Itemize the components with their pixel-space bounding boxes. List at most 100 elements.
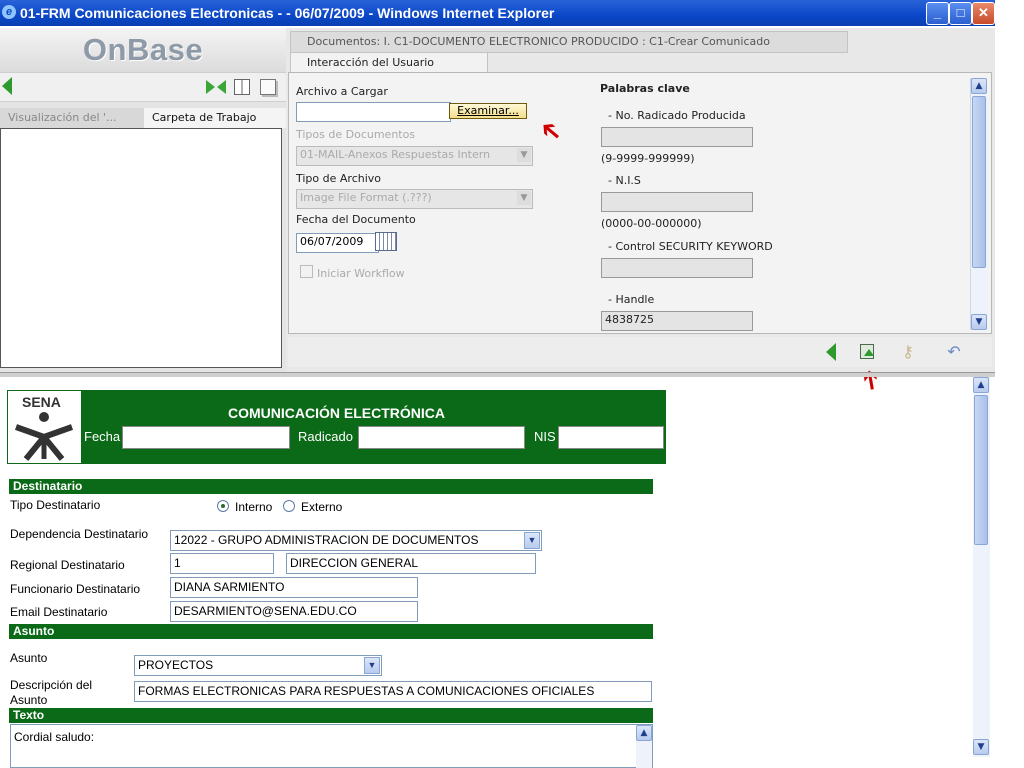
tipo-archivo-value: Image File Format (.???) [300,191,432,204]
dependencia-value: 12022 - GRUPO ADMINISTRACION DE DOCUMENT… [174,533,479,547]
regional-code-input[interactable]: 1 [170,553,274,574]
fecha-input[interactable] [122,426,290,449]
scroll-up-icon[interactable]: ▲ [971,78,987,94]
tab-visualizacion-label: Visualización del '... [8,111,117,124]
ie-logo-icon: e [2,5,16,19]
descripcion-input[interactable]: FORMAS ELECTRONICAS PARA RESPUESTAS A CO… [134,681,652,702]
dependencia-select[interactable]: 12022 - GRUPO ADMINISTRACION DE DOCUMENT… [170,530,542,551]
left-panel: OnBase Visualización del '... Carpeta de… [0,28,294,372]
onbase-logo: OnBase [0,28,286,72]
pane-divider[interactable] [0,372,995,377]
interno-label: Interno [235,500,273,514]
maximize-button[interactable]: □ [949,2,972,25]
iniciar-workflow-label: Iniciar Workflow [317,267,405,280]
scroll-thumb[interactable] [974,395,988,545]
tab-documentos[interactable]: Documentos: I. C1-DOCUMENTO ELECTRONICO … [290,31,848,53]
section-asunto: Asunto [9,624,653,639]
tipos-documentos-value: 01-MAIL-Anexos Respuestas Intern [300,148,491,161]
kw-handle-label: - Handle [608,293,655,306]
sena-logo-icon: SENA [14,394,74,461]
form-title: COMUNICACIÓN ELECTRÓNICA [228,405,445,421]
kw-radicado-input[interactable] [601,127,753,147]
nis-label: NIS [534,429,556,444]
left-tab-bar: Visualización del '... Carpeta de Trabaj… [0,108,294,128]
tipos-documentos-label: Tipos de Documentos [296,128,416,141]
split-view-icon[interactable] [234,79,250,95]
scroll-thumb[interactable] [972,96,986,268]
sync-arrows-icon[interactable] [206,78,228,96]
tab-carpeta-trabajo[interactable]: Carpeta de Trabajo [144,108,294,128]
tab-interaccion-usuario[interactable]: Interacción del Usuario [290,52,488,74]
funcionario-label: Funcionario Destinatario [10,582,141,596]
window-title: 01-FRM Comunicaciones Electronicas - - 0… [20,5,555,21]
texto-value: Cordial saludo: [14,730,95,744]
chevron-down-icon[interactable]: ▼ [524,532,540,549]
dropdown-arrow-icon: ▼ [517,148,531,162]
archivo-input[interactable] [296,102,451,122]
kw-radicado-label: - No. Radicado Producida [608,109,746,122]
tab-interaccion-label: Interacción del Usuario [307,56,435,69]
kw-radicado-hint: (9-9999-999999) [601,152,695,165]
tab-carpeta-trabajo-label: Carpeta de Trabajo [152,111,257,124]
texto-textarea[interactable]: Cordial saludo: [10,724,653,768]
tipos-documentos-select: 01-MAIL-Anexos Respuestas Intern ▼ [296,146,533,166]
email-label: Email Destinatario [10,605,108,619]
tipo-destinatario-label: Tipo Destinatario [10,498,101,512]
back-arrow-icon[interactable] [2,77,12,95]
sena-logo: SENA [8,391,81,463]
tipo-archivo-select: Image File Format (.???) ▼ [296,189,533,209]
scroll-down-icon[interactable]: ▼ [973,739,989,755]
funcionario-input[interactable]: DIANA SARMIENTO [170,577,418,598]
regional-name-input[interactable]: DIRECCION GENERAL [286,553,536,574]
radio-externo[interactable] [283,500,295,512]
tab-documentos-label: Documentos: I. C1-DOCUMENTO ELECTRONICO … [307,35,770,48]
examinar-button[interactable]: Examinar... [449,103,527,119]
chevron-down-icon[interactable]: ▼ [364,657,380,674]
form-scrollbar[interactable]: ▲ ▼ [973,377,990,757]
minimize-button[interactable]: _ [926,2,949,25]
asunto-select[interactable]: PROYECTOS ▼ [134,655,382,676]
kw-nis-label: - N.I.S [608,174,641,187]
kw-nis-hint: (0000-00-000000) [601,217,702,230]
externo-label: Externo [301,500,343,514]
import-document-icon[interactable] [860,344,874,359]
kw-handle-input[interactable]: 4838725 [601,311,753,331]
fecha-label: Fecha [84,429,121,444]
tab-visualizacion[interactable]: Visualización del '... [0,108,150,128]
kw-security-input[interactable] [601,258,753,278]
scroll-down-icon[interactable]: ▼ [971,314,987,330]
archivo-label: Archivo a Cargar [296,85,388,98]
section-texto: Texto [9,708,653,723]
palabras-clave-title: Palabras clave [600,82,690,95]
undo-icon[interactable]: ↶ [944,342,964,362]
desktop-edge [995,0,1024,768]
dropdown-arrow-icon: ▼ [517,191,531,205]
dependencia-label: Dependencia Destinatario [10,527,149,541]
email-input[interactable]: DESARMIENTO@SENA.EDU.CO [170,601,418,622]
asunto-label: Asunto [10,651,48,665]
window-icon[interactable] [260,79,276,95]
action-toolbar: ⚷ ↶ [288,337,992,367]
fecha-documento-label: Fecha del Documento [296,213,416,226]
kw-nis-input[interactable] [601,192,753,212]
previous-arrow-icon[interactable] [826,343,836,361]
regional-label: Regional Destinatario [10,558,125,572]
scroll-up-icon[interactable]: ▲ [636,725,652,741]
radio-interno[interactable] [217,500,229,512]
calendar-icon[interactable] [375,232,397,251]
title-bar: e 01-FRM Comunicaciones Electronicas - -… [0,0,995,26]
radicado-label: Radicado [298,429,353,444]
fecha-documento-input[interactable]: 06/07/2009 [296,233,379,253]
scroll-up-icon[interactable]: ▲ [973,377,989,393]
radicado-input[interactable] [358,426,525,449]
iniciar-workflow-checkbox[interactable] [300,265,313,278]
textarea-scrollbar[interactable]: ▲ [636,725,652,768]
asunto-value: PROYECTOS [138,658,214,672]
section-destinatario: Destinatario [9,479,653,494]
close-button[interactable]: ✕ [972,2,995,25]
panel-scrollbar[interactable]: ▲ ▼ [970,78,987,330]
key-icon[interactable]: ⚷ [898,342,918,362]
svg-text:SENA: SENA [22,394,61,410]
descripcion-label-2: Asunto [10,693,48,707]
nis-input[interactable] [558,426,664,449]
